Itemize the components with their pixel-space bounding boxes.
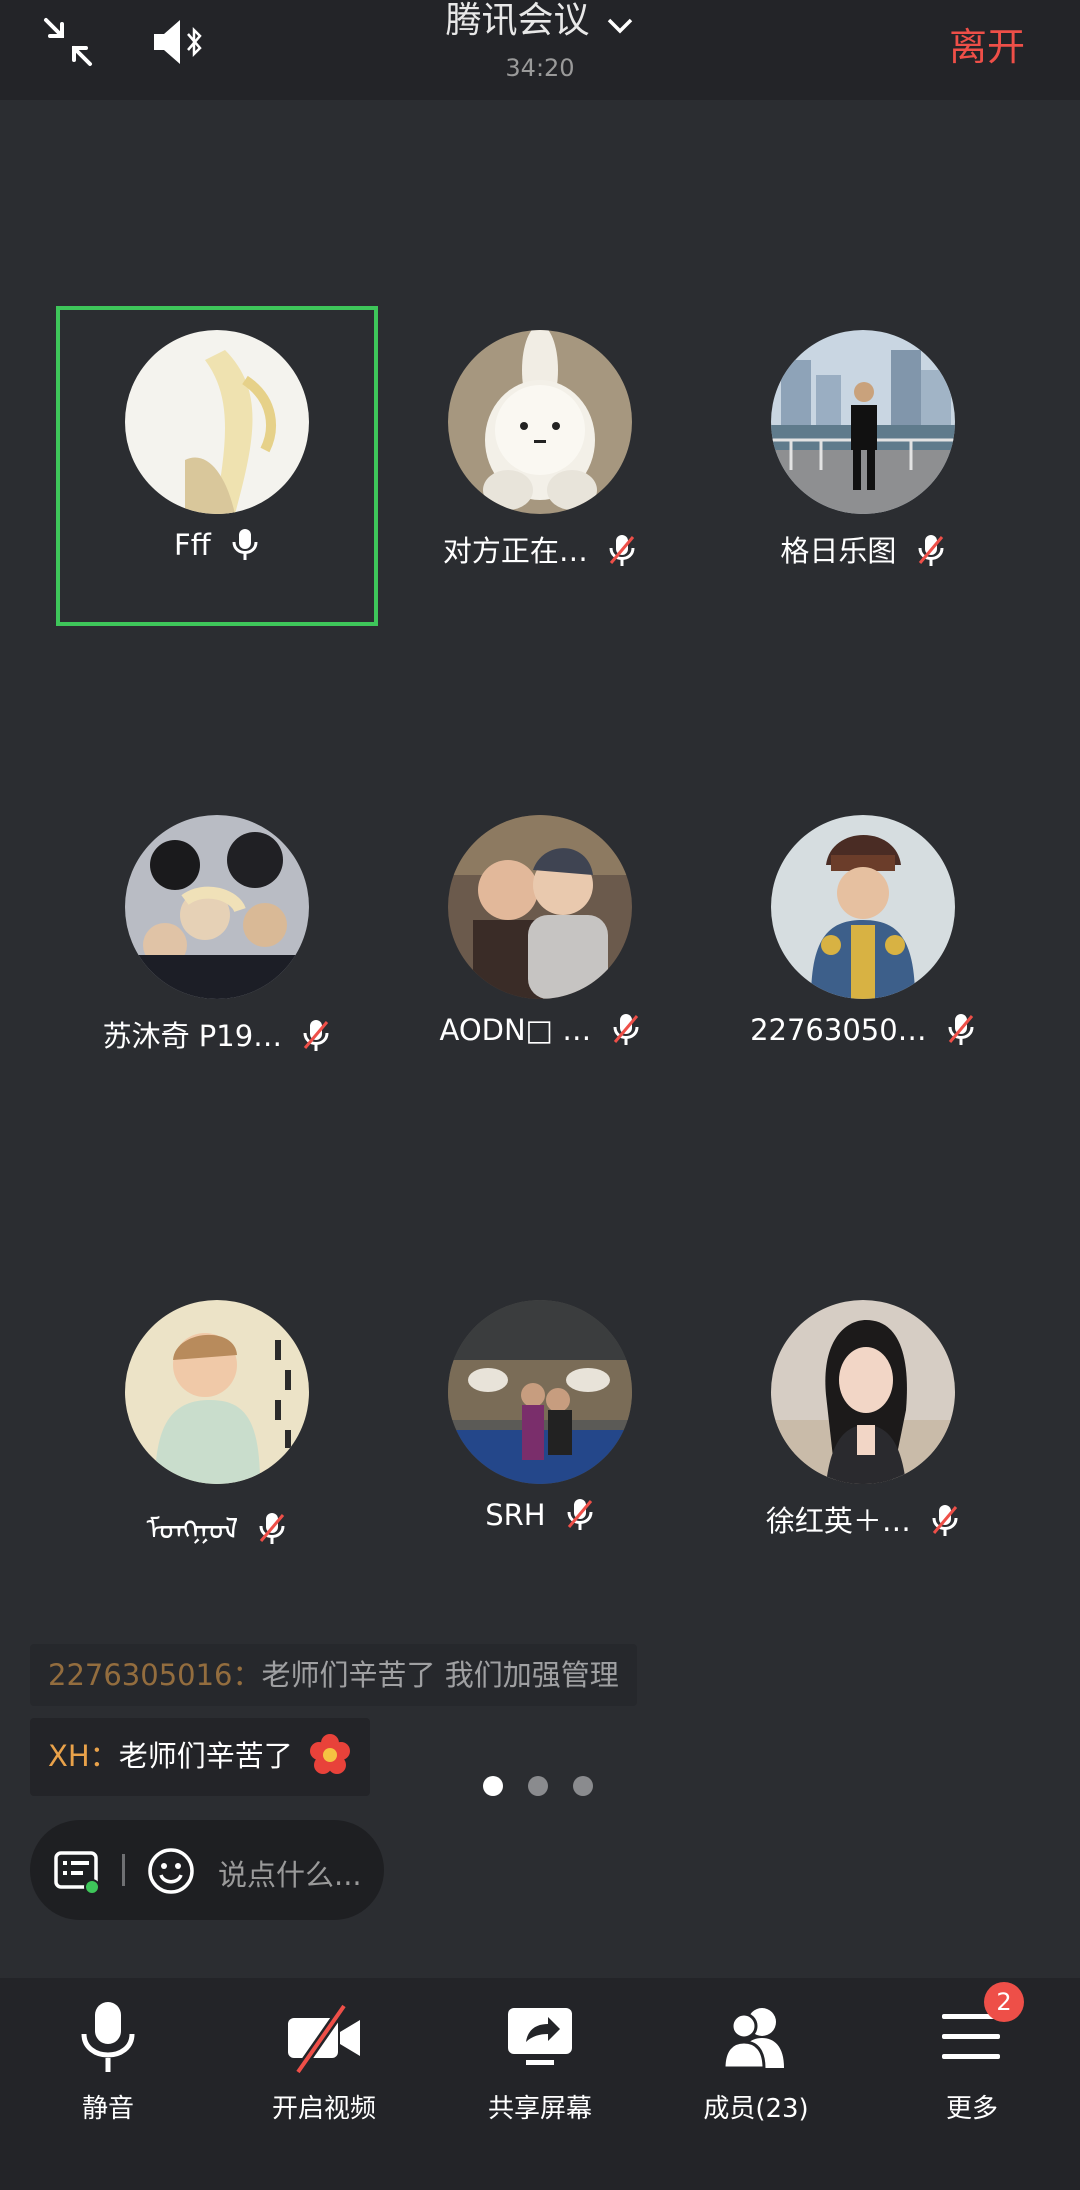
top-bar: 腾讯会议 34:20 离开 — [0, 0, 1080, 100]
participant-tile[interactable]: 对方正在… — [379, 306, 701, 626]
muted-mic-icon — [932, 1505, 958, 1536]
participant-tile[interactable]: ᠮᠣᠩᠭᠣᠯ — [56, 1276, 378, 1596]
muted-mic-icon — [948, 1014, 974, 1045]
chat-message: 2276305016：老师们辛苦了 我们加强管理 — [30, 1644, 637, 1706]
notification-badge: 2 — [984, 1982, 1024, 2022]
muted-mic-icon — [303, 1020, 329, 1051]
participant-name: AODN□ … — [439, 1013, 592, 1047]
muted-mic-icon — [613, 1014, 638, 1045]
avatar — [448, 1300, 632, 1484]
mute-button[interactable]: 静音 — [0, 1978, 216, 2190]
participant-tile[interactable]: 格日乐图 — [702, 306, 1024, 626]
participant-name-row: 格日乐图 — [702, 528, 1024, 570]
chat-input-placeholder[interactable]: 说点什么... — [218, 1852, 362, 1894]
participant-name: Fff — [174, 528, 211, 562]
avatar — [125, 330, 309, 514]
meeting-timer: 34:20 — [505, 54, 575, 82]
muted-mic-icon — [609, 535, 635, 566]
participant-name: 苏沐奇 P19… — [102, 1019, 283, 1053]
participant-name: 徐红英＋… — [765, 1504, 911, 1538]
muted-mic-icon — [259, 1513, 285, 1544]
chat-text: 老师们辛苦了 — [118, 1739, 293, 1773]
avatar — [771, 1300, 955, 1484]
chat-sender: 2276305016： — [48, 1658, 262, 1692]
start-video-button[interactable]: 开启视频 — [216, 1978, 432, 2190]
more-button[interactable]: 2 更多 — [864, 1978, 1080, 2190]
participant-name-row: 苏沐奇 P19… — [56, 1013, 378, 1055]
avatar — [448, 815, 632, 999]
members-label: 成员(23) — [703, 2094, 809, 2124]
avatar — [771, 815, 955, 999]
participant-name: SRH — [485, 1498, 546, 1532]
avatar — [448, 330, 632, 514]
participant-name-row: 22763050… — [702, 1013, 1024, 1047]
meeting-title-area[interactable]: 腾讯会议 — [0, 0, 1080, 42]
chat-input-bar[interactable]: 说点什么... — [30, 1820, 384, 1920]
participant-tile[interactable]: AODN□ … — [379, 791, 701, 1111]
emoji-icon[interactable] — [146, 1846, 196, 1896]
participant-name: 22763050… — [750, 1013, 927, 1047]
participant-name-row: ᠮᠣᠩᠭᠣᠯ — [56, 1498, 378, 1548]
page-dot — [573, 1776, 593, 1796]
meeting-title[interactable]: 腾讯会议 — [445, 0, 589, 42]
page-dot-active — [483, 1776, 503, 1796]
video-off-icon — [288, 2003, 360, 2075]
share-screen-button[interactable]: 共享屏幕 — [432, 1978, 648, 2190]
participant-tile[interactable]: SRH — [379, 1276, 701, 1596]
share-screen-icon — [508, 2008, 572, 2065]
participant-name-row: AODN□ … — [379, 1013, 701, 1047]
participant-tile-active[interactable]: Fff — [56, 306, 378, 626]
participant-name-row: SRH — [379, 1498, 701, 1532]
participant-name-row: 对方正在… — [379, 528, 701, 570]
participant-tile[interactable]: 22763050… — [702, 791, 1024, 1111]
members-button[interactable]: 成员(23) — [648, 1978, 864, 2190]
participant-name: 格日乐图 — [780, 534, 897, 568]
leave-button[interactable]: 离开 — [949, 16, 1025, 71]
participant-name-row: 徐红英＋… — [702, 1498, 1024, 1540]
participant-tile[interactable]: 徐红英＋… — [702, 1276, 1024, 1596]
page-dot — [528, 1776, 548, 1796]
chat-message: XH：老师们辛苦了 — [30, 1718, 370, 1796]
muted-mic-icon — [567, 1499, 593, 1530]
participant-name-row: Fff — [60, 528, 374, 562]
participant-name: ᠮᠣᠩᠭᠣᠯ — [146, 1512, 239, 1546]
flower-emoji-icon — [309, 1734, 350, 1774]
avatar — [771, 330, 955, 514]
chat-text: 老师们辛苦了 我们加强管理 — [261, 1658, 619, 1692]
microphone-icon — [81, 2002, 135, 2072]
bottom-toolbar: 静音 开启视频 共享屏幕 成员(23) 2 更多 — [0, 1978, 1080, 2190]
microphone-icon — [232, 529, 258, 560]
participant-tile[interactable]: 苏沐奇 P19… — [56, 791, 378, 1111]
members-icon — [722, 2008, 784, 2070]
more-label: 更多 — [945, 2094, 998, 2124]
share-screen-label: 共享屏幕 — [487, 2094, 592, 2124]
chat-sender: XH： — [48, 1739, 119, 1773]
chevron-down-icon[interactable] — [605, 11, 635, 41]
chat-settings-icon[interactable] — [52, 1847, 102, 1897]
participant-name: 对方正在… — [442, 534, 588, 568]
muted-mic-icon — [918, 535, 944, 566]
mute-label: 静音 — [81, 2094, 134, 2124]
start-video-label: 开启视频 — [271, 2094, 376, 2124]
divider — [122, 1854, 125, 1886]
avatar — [125, 815, 309, 999]
avatar — [125, 1300, 309, 1484]
